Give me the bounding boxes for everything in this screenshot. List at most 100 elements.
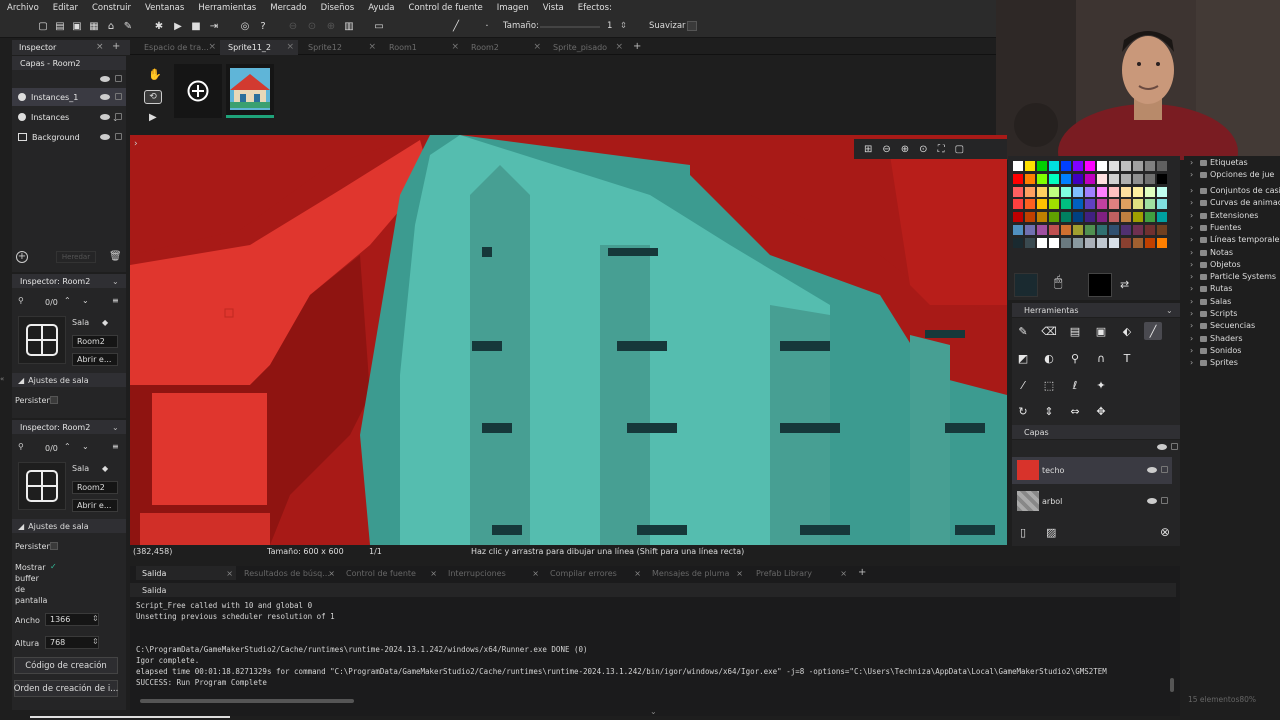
stamp-tool-icon[interactable]: ▣ bbox=[1092, 322, 1110, 340]
expand-panel-icon[interactable]: › bbox=[134, 139, 138, 149]
color-swatch[interactable] bbox=[1121, 161, 1131, 171]
color-swatch[interactable] bbox=[1013, 199, 1023, 210]
creation-code-button[interactable]: Código de creación bbox=[14, 657, 118, 674]
open-editor-button[interactable]: Abrir e... bbox=[72, 499, 118, 512]
color-swatch[interactable] bbox=[1073, 173, 1083, 184]
close-icon[interactable]: × bbox=[451, 42, 459, 52]
color-swatch[interactable] bbox=[1157, 212, 1167, 223]
swap-colors-icon[interactable]: ⇄ bbox=[1120, 278, 1129, 291]
color-swatch[interactable] bbox=[1133, 161, 1143, 171]
layer-row-background[interactable]: Background bbox=[12, 128, 126, 146]
color-swatch[interactable] bbox=[1097, 224, 1107, 235]
close-icon[interactable]: × bbox=[286, 42, 294, 52]
tab-sprite11-2[interactable]: Sprite11_2 × bbox=[220, 40, 298, 55]
asset-folder[interactable]: Sonidos bbox=[1188, 346, 1241, 355]
output-tab-feather[interactable]: Mensajes de pluma × bbox=[646, 566, 746, 580]
color-swatch[interactable] bbox=[1013, 212, 1023, 223]
chevron-down-icon[interactable]: ⌄ bbox=[82, 442, 89, 451]
color-swatch[interactable] bbox=[1121, 199, 1131, 210]
eye-icon[interactable] bbox=[1157, 444, 1167, 450]
tab-inspector[interactable]: Inspector × + bbox=[12, 40, 130, 55]
flip-vertical-icon[interactable]: ⇕ bbox=[1040, 402, 1058, 420]
primary-color-swatch[interactable] bbox=[1014, 273, 1038, 297]
color-swatch[interactable] bbox=[1157, 224, 1167, 235]
save-all-icon[interactable]: ▦ bbox=[87, 19, 101, 33]
close-icon[interactable]: × bbox=[328, 569, 335, 578]
color-swatch[interactable] bbox=[1109, 173, 1119, 184]
close-icon[interactable]: × bbox=[634, 569, 641, 578]
color-swatch[interactable] bbox=[1145, 199, 1155, 210]
loop-icon[interactable]: ⟲ bbox=[144, 90, 162, 104]
chevron-down-icon[interactable]: ⌄ bbox=[112, 423, 119, 432]
chevron-down-icon[interactable]: ⌄ bbox=[1166, 306, 1173, 315]
color-swatch[interactable] bbox=[1025, 199, 1035, 210]
delete-layer-icon[interactable]: ⊗ bbox=[1160, 525, 1170, 539]
fullscreen-icon[interactable]: ▢ bbox=[955, 144, 964, 155]
color-swatch[interactable] bbox=[1025, 237, 1035, 248]
color-swatch[interactable] bbox=[1145, 186, 1155, 197]
rotate-tool-icon[interactable]: ↻ bbox=[1014, 402, 1032, 420]
sprite-canvas[interactable]: › ⊞ ⊖ ⊕ ⊙ ⛶ ▢ bbox=[130, 135, 1007, 545]
color-swatch[interactable] bbox=[1097, 186, 1107, 197]
clean-icon[interactable]: ⇥ bbox=[207, 19, 221, 33]
layer-row-instances[interactable]: Instances bbox=[12, 108, 126, 126]
brush-tool-icon[interactable]: ⚲ bbox=[1066, 349, 1084, 367]
color-swatch[interactable] bbox=[1013, 161, 1023, 171]
color-swatch[interactable] bbox=[1121, 173, 1131, 184]
color-swatch[interactable] bbox=[1145, 212, 1155, 223]
eye-icon[interactable] bbox=[1147, 467, 1157, 473]
tab-room2[interactable]: Room2 × bbox=[463, 40, 545, 55]
color-swatch[interactable] bbox=[1085, 224, 1095, 235]
asset-folder[interactable]: Extensiones bbox=[1188, 211, 1258, 220]
color-swatch[interactable] bbox=[1121, 224, 1131, 235]
color-swatch[interactable] bbox=[1037, 199, 1047, 210]
asset-folder[interactable]: Opciones de jue bbox=[1188, 170, 1274, 179]
zoom-in-icon[interactable]: ⊕ bbox=[324, 19, 338, 33]
color-swatch[interactable] bbox=[1133, 237, 1143, 248]
package-icon[interactable]: ⌂ bbox=[104, 19, 118, 33]
color-swatch[interactable] bbox=[1121, 186, 1131, 197]
output-tab-salida[interactable]: Salida × bbox=[136, 566, 236, 580]
menu-ventanas[interactable]: Ventanas bbox=[138, 3, 191, 13]
room-settings-section[interactable]: ◢ Ajustes de sala bbox=[12, 519, 126, 533]
color-swatch[interactable] bbox=[1157, 237, 1167, 248]
output-tab-search[interactable]: Resultados de búsq... × bbox=[238, 566, 338, 580]
menu-disenos[interactable]: Diseños bbox=[314, 3, 362, 13]
asset-folder[interactable]: Shaders bbox=[1188, 334, 1243, 343]
color-swatch[interactable] bbox=[1157, 186, 1167, 197]
color-swatch[interactable] bbox=[1013, 237, 1023, 248]
color-swatch[interactable] bbox=[1085, 161, 1095, 171]
chevron-down-icon[interactable]: ⌄ bbox=[112, 277, 119, 286]
color-swatch[interactable] bbox=[1037, 224, 1047, 235]
color-swatch[interactable] bbox=[1025, 186, 1035, 197]
brush-shape-icon[interactable]: · bbox=[480, 19, 494, 33]
color-swatch[interactable] bbox=[1061, 186, 1071, 197]
rectangle-tool-icon[interactable]: ◩ bbox=[1014, 349, 1032, 367]
height-field[interactable]: 768 bbox=[45, 636, 99, 649]
color-swatch[interactable] bbox=[1025, 212, 1035, 223]
lock-icon[interactable] bbox=[1161, 497, 1168, 504]
color-swatch[interactable] bbox=[1061, 161, 1071, 171]
secondary-color-swatch[interactable] bbox=[1088, 273, 1112, 297]
collapse-left-icon[interactable]: « bbox=[0, 375, 4, 383]
open-editor-button[interactable]: Abrir e... bbox=[72, 353, 118, 366]
asset-folder[interactable]: Fuentes bbox=[1188, 223, 1241, 232]
color-swatch[interactable] bbox=[1013, 224, 1023, 235]
color-swatch[interactable] bbox=[1025, 161, 1035, 171]
creation-order-button[interactable]: Orden de creación de i... bbox=[14, 680, 118, 697]
lasso-tool-icon[interactable]: ℓ bbox=[1066, 376, 1084, 394]
menu-icon[interactable]: ≡ bbox=[112, 296, 119, 305]
target-icon[interactable]: ◎ bbox=[238, 19, 252, 33]
chevron-down-icon[interactable]: ⌄ bbox=[82, 296, 89, 305]
room-name-field[interactable]: Room2 bbox=[72, 481, 118, 494]
line-tool-icon[interactable]: ╱ bbox=[1144, 322, 1162, 340]
tag-icon[interactable]: ◆ bbox=[102, 464, 108, 473]
persistent-checkbox[interactable] bbox=[50, 542, 58, 550]
color-swatch[interactable] bbox=[1097, 161, 1107, 171]
debug-icon[interactable]: ✱ bbox=[152, 19, 166, 33]
color-swatch[interactable] bbox=[1097, 212, 1107, 223]
asset-folder[interactable]: Scripts bbox=[1188, 309, 1237, 318]
output-tab-compile-errors[interactable]: Compilar errores × bbox=[544, 566, 644, 580]
color-swatch[interactable] bbox=[1061, 224, 1071, 235]
close-icon[interactable]: × bbox=[208, 42, 216, 52]
